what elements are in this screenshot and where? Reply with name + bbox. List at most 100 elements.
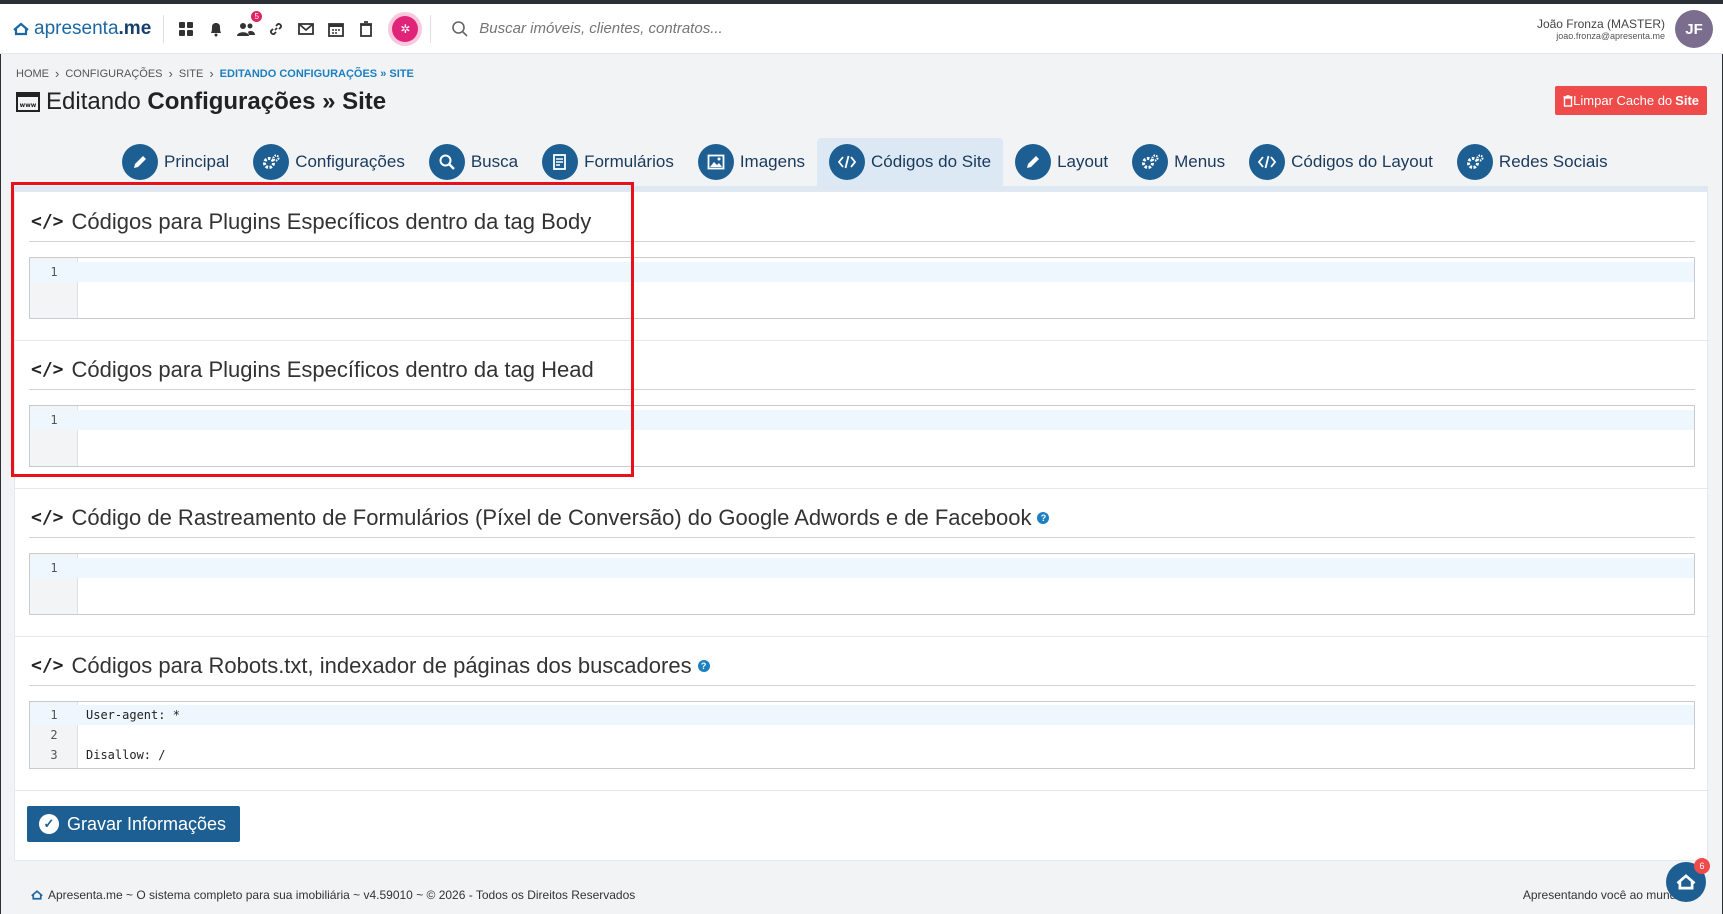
- tab-label: Layout: [1057, 152, 1109, 171]
- page-title: www Editando Configurações » Site: [16, 88, 386, 116]
- notification-badge: 6: [1694, 858, 1710, 874]
- editor-line[interactable]: 1: [30, 558, 1694, 578]
- tab-codigos-do-layout[interactable]: Códigos do Layout: [1237, 138, 1445, 186]
- tab-configuracoes[interactable]: Configurações: [241, 138, 417, 186]
- breadcrumb-home[interactable]: HOME: [16, 68, 49, 80]
- help-icon[interactable]: ?: [697, 659, 710, 672]
- save-button-label: Gravar Informações: [67, 813, 227, 834]
- svg-text:www: www: [20, 102, 37, 109]
- tab-imagens[interactable]: Imagens: [686, 138, 817, 186]
- line-number: 1: [50, 265, 58, 279]
- website-icon: www: [16, 92, 40, 112]
- tab-redes-sociais[interactable]: Redes Sociais: [1445, 138, 1620, 186]
- help-icon[interactable]: ?: [1037, 511, 1050, 524]
- section-head-codes: </> Códigos para Plugins Específicos den…: [29, 350, 1695, 467]
- tab-layout[interactable]: Layout: [1003, 138, 1120, 186]
- code-icon: </>: [31, 507, 64, 528]
- editor-line[interactable]: 1: [30, 410, 1694, 430]
- section-title: </> Códigos para Plugins Específicos den…: [29, 350, 1695, 390]
- tab-label: Códigos do Site: [871, 152, 992, 171]
- line-number: 1: [50, 413, 58, 427]
- code-editor-body[interactable]: 1: [29, 257, 1695, 319]
- gears-icon: [1456, 144, 1493, 180]
- tab-principal[interactable]: Principal: [110, 138, 241, 186]
- editor-line[interactable]: 1: [30, 262, 1694, 282]
- search-icon: [428, 144, 465, 180]
- tab-menus[interactable]: Menus: [1120, 138, 1237, 186]
- avatar[interactable]: JF: [1675, 10, 1713, 48]
- chevron-right-icon: ›: [55, 66, 60, 81]
- code-editor-tracking[interactable]: 1: [29, 553, 1695, 615]
- trash-icon[interactable]: [356, 19, 376, 39]
- tab-busca[interactable]: Busca: [417, 138, 530, 186]
- code-editor-robots[interactable]: 1 User-agent: * 2 3 Disallow: /: [29, 701, 1695, 769]
- magic-icon[interactable]: ✲: [392, 15, 419, 42]
- section-title-text: Códigos para Plugins Específicos dentro …: [71, 356, 594, 382]
- global-search[interactable]: [451, 20, 880, 38]
- section-title: </> Códigos para Robots.txt, indexador d…: [29, 646, 1695, 686]
- editor-line[interactable]: 2: [30, 725, 1694, 745]
- home-logo-icon: [1676, 874, 1696, 890]
- top-bar: apresenta.me 5 ✲ João Fron: [0, 4, 1723, 54]
- gears-icon: [253, 144, 290, 180]
- code-editor-head[interactable]: 1: [29, 405, 1695, 467]
- dashboard-icon[interactable]: [176, 19, 196, 39]
- trash-icon: [1563, 94, 1573, 107]
- tab-codigos-do-site[interactable]: Códigos do Site: [817, 138, 1004, 186]
- help-chat-button[interactable]: 6: [1666, 858, 1710, 902]
- line-content: User-agent: *: [86, 708, 180, 722]
- breadcrumb-configuracoes[interactable]: CONFIGURAÇÕES: [65, 68, 162, 80]
- home-logo-icon: [13, 22, 29, 35]
- section-title: </> Código de Rastreamento de Formulário…: [29, 498, 1695, 538]
- line-content: Disallow: /: [86, 748, 166, 762]
- section-robots-codes: </> Códigos para Robots.txt, indexador d…: [29, 646, 1695, 769]
- editor-line[interactable]: 1 User-agent: *: [30, 705, 1694, 725]
- save-button[interactable]: ✓ Gravar Informações: [27, 806, 241, 842]
- tab-label: Formulários: [584, 152, 674, 171]
- footer-text: Apresenta.me ~ O sistema completo para s…: [48, 888, 636, 902]
- user-email: joao.fronza@apresenta.me: [1556, 31, 1665, 41]
- tab-label: Códigos do Layout: [1291, 152, 1433, 171]
- main-panel: </> Códigos para Plugins Específicos den…: [14, 191, 1709, 861]
- line-number: 2: [50, 728, 58, 742]
- quick-actions: 5 ✲: [176, 10, 419, 42]
- section-title-text: Código de Rastreamento de Formulários (P…: [71, 504, 1032, 530]
- logo-text: apresenta: [34, 17, 119, 39]
- section-title: </> Códigos para Plugins Específicos den…: [29, 202, 1695, 242]
- mail-icon[interactable]: [296, 19, 316, 39]
- chevron-right-icon: ›: [168, 66, 173, 81]
- code-icon: [829, 144, 866, 180]
- home-logo-icon: [31, 890, 43, 900]
- breadcrumb: HOME › CONFIGURAÇÕES › SITE › EDITANDO C…: [16, 66, 414, 81]
- line-number: 3: [50, 748, 58, 762]
- gears-icon: [1132, 144, 1169, 180]
- section-tracking-codes: </> Código de Rastreamento de Formulário…: [29, 498, 1695, 615]
- image-icon: [697, 144, 734, 180]
- calendar-icon[interactable]: [326, 19, 346, 39]
- editor-line[interactable]: 3 Disallow: /: [30, 745, 1694, 765]
- check-icon: ✓: [39, 814, 59, 834]
- tab-label: Configurações: [295, 152, 405, 171]
- chevron-right-icon: ›: [209, 66, 214, 81]
- form-icon: [542, 144, 579, 180]
- code-icon: </>: [31, 359, 64, 380]
- search-input[interactable]: [479, 20, 880, 37]
- link-icon[interactable]: [266, 19, 286, 39]
- tab-label: Redes Sociais: [1498, 152, 1608, 171]
- tab-label: Imagens: [739, 152, 806, 171]
- divider: [163, 14, 165, 43]
- page-title-prefix: Editando: [46, 88, 141, 115]
- code-icon: </>: [31, 211, 64, 232]
- user-menu[interactable]: João Fronza (MASTER) joao.fronza@apresen…: [1537, 10, 1713, 48]
- tab-label: Busca: [470, 152, 519, 171]
- footer-tagline: Apresentando você ao mundo: [1522, 888, 1683, 902]
- line-number: 1: [50, 561, 58, 575]
- users-icon[interactable]: 5: [236, 10, 263, 39]
- clear-cache-label: Limpar Cache do: [1573, 93, 1673, 108]
- clear-cache-button[interactable]: Limpar Cache do Site: [1555, 86, 1707, 115]
- breadcrumb-site[interactable]: SITE: [179, 68, 203, 80]
- tab-formularios[interactable]: Formulários: [530, 138, 686, 186]
- app-logo[interactable]: apresenta .me: [12, 18, 151, 40]
- page-title-bold: Configurações » Site: [147, 88, 387, 115]
- bell-icon[interactable]: [206, 19, 226, 39]
